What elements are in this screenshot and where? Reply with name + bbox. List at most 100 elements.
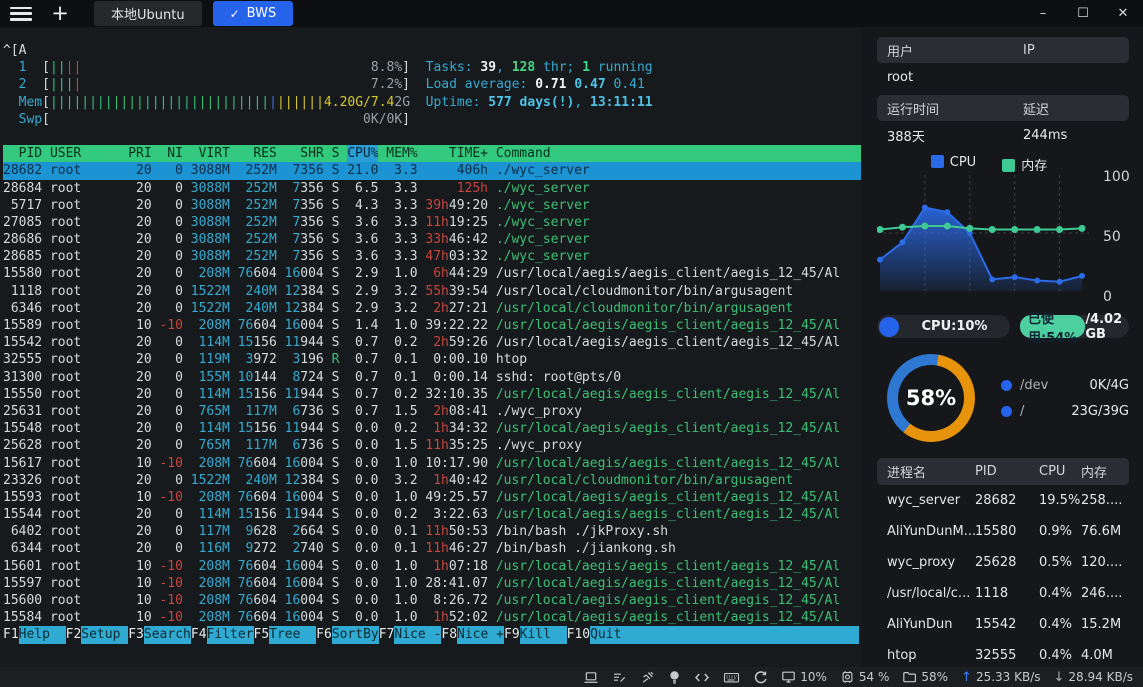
fkey-F2[interactable]: F2 — [66, 626, 82, 643]
fkey-label[interactable]: Help — [19, 626, 66, 643]
fkey-label[interactable]: Kill — [520, 626, 567, 643]
chip-icon — [840, 670, 855, 684]
download-speed-value: 28.94 KB/s — [1068, 670, 1133, 684]
process-row[interactable]: 15584root10-10208M7660416004S0.01.01h52:… — [3, 609, 861, 626]
memory-used-chip: 已使用:54% — [1020, 315, 1085, 338]
fkey-label[interactable]: Tree — [269, 626, 316, 643]
sidebar-col-header[interactable]: PID — [975, 464, 1039, 479]
process-row[interactable]: 23326root2001522M240M12384S0.03.21h40:42… — [3, 472, 861, 489]
process-row[interactable]: 31300root200155M101448724S0.70.10:00.14s… — [3, 369, 861, 386]
process-row[interactable]: 5717root2003088M252M7356S4.33.339h49:20.… — [3, 197, 861, 214]
process-row[interactable]: 15597root10-10208M7660416004S0.01.028:41… — [3, 575, 861, 592]
process-row[interactable]: 15600root10-10208M7660416004S0.01.08:26.… — [3, 592, 861, 609]
process-row[interactable]: 15548root200114M1515611944S0.00.21h34:32… — [3, 420, 861, 437]
sidebar-process-row[interactable]: AliYunDunM...155800.9%76.6M — [877, 516, 1129, 547]
pin-icon[interactable] — [640, 670, 655, 685]
fkey-F7[interactable]: F7 — [379, 626, 395, 643]
meter-line: Swp[0K/0K] — [3, 111, 861, 128]
htop-meters: 1 [||||8.8%]Tasks: 39, 128 thr; 1 runnin… — [3, 59, 861, 128]
disk-metric[interactable]: 58% — [902, 670, 948, 684]
process-row[interactable]: 28682root2003088M252M7356S21.03.3406h./w… — [3, 162, 861, 179]
upload-speed[interactable]: ↑ 25.33 KB/s — [961, 670, 1040, 685]
process-row[interactable]: 15542root200114M1515611944S0.70.22h59:26… — [3, 334, 861, 351]
process-row[interactable]: 15550root200114M1515611944S0.70.232:10.3… — [3, 386, 861, 403]
tab-local-ubuntu[interactable]: 本地Ubuntu — [94, 1, 202, 26]
fkey-F6[interactable]: F6 — [316, 626, 332, 643]
fkey-label[interactable]: Nice + — [457, 626, 504, 643]
sidebar-col-header[interactable]: CPU — [1039, 464, 1081, 479]
process-row[interactable]: 27085root2003088M252M7356S3.63.311h19:25… — [3, 214, 861, 231]
process-row[interactable]: 6346root2001522M240M12384S2.93.22h27:21/… — [3, 300, 861, 317]
runtime-label: 运行时间 — [877, 99, 1023, 118]
fkey-F9[interactable]: F9 — [504, 626, 520, 643]
new-tab-button[interactable]: + — [48, 3, 72, 24]
disk-metric-value: 58% — [921, 670, 948, 684]
up-arrow-icon: ↑ — [961, 670, 972, 685]
process-row[interactable]: 15593root10-10208M7660416004S0.01.049:25… — [3, 489, 861, 506]
cpu-dot-icon — [879, 317, 899, 337]
disk-dot-icon — [1001, 406, 1012, 417]
fkey-label[interactable]: Nice - — [394, 626, 441, 643]
sidebar-process-row[interactable]: AliYunDun155420.4%15.2M — [877, 609, 1129, 640]
sidebar-col-header[interactable]: 内存 — [1081, 462, 1129, 481]
process-row[interactable]: 25628root200765M117M6736S0.01.511h35:25.… — [3, 437, 861, 454]
task-list-icon[interactable] — [612, 670, 627, 685]
process-table-header[interactable]: PIDUSERPRINIVIRTRESSHRSCPU%MEM%TIME+Comm… — [3, 145, 861, 162]
disk-usage-section: 58% /dev0K/4G/23G/39G — [877, 354, 1129, 442]
process-row[interactable]: 28684root2003088M252M7356S6.53.3125h./wy… — [3, 180, 861, 197]
sidebar-process-row[interactable]: wyc_server2868219.5%258.... — [877, 485, 1129, 516]
fkey-label[interactable]: SortBy — [332, 626, 379, 643]
fkey-F1[interactable]: F1 — [3, 626, 19, 643]
minimize-button[interactable]: – — [1023, 0, 1063, 27]
process-row[interactable]: 6344root200116M92722740S0.00.111h46:27/b… — [3, 540, 861, 557]
runtime-header-row: 运行时间 延迟 — [877, 95, 1129, 121]
fkey-F8[interactable]: F8 — [441, 626, 457, 643]
disk-dot-icon — [1001, 380, 1012, 391]
process-row[interactable]: 15601root10-10208M7660416004S0.01.01h07:… — [3, 558, 861, 575]
cpu-metric[interactable]: 10% — [781, 670, 827, 684]
sidebar-process-row[interactable]: wyc_proxy256280.5%120.... — [877, 547, 1129, 578]
memory-metric[interactable]: 54 % — [840, 670, 890, 684]
memory-total-text: /4.02 GB — [1085, 312, 1123, 342]
sidebar-col-header[interactable]: 进程名 — [887, 462, 975, 481]
fkey-F10[interactable]: F10 — [567, 626, 590, 643]
refresh-icon[interactable] — [753, 670, 768, 685]
ip-label: IP — [1023, 43, 1129, 58]
upload-speed-value: 25.33 KB/s — [976, 670, 1041, 684]
fkey-F4[interactable]: F4 — [191, 626, 207, 643]
keyboard-icon[interactable] — [723, 670, 740, 685]
fkey-label[interactable]: Search — [144, 626, 191, 643]
y-axis-label-50: 50 — [1103, 229, 1129, 245]
process-row[interactable]: 25631root200765M117M6736S0.71.52h08:41./… — [3, 403, 861, 420]
tab-bws[interactable]: ✓ BWS — [213, 1, 294, 26]
process-row[interactable]: 15544root200114M1515611944S0.00.23:22.63… — [3, 506, 861, 523]
cpu-metric-value: 10% — [800, 670, 827, 684]
menu-icon[interactable] — [10, 7, 32, 21]
terminal-area[interactable]: ^[A 1 [||||8.8%]Tasks: 39, 128 thr; 1 ru… — [0, 27, 861, 667]
download-speed[interactable]: ↓ 28.94 KB/s — [1054, 670, 1133, 685]
fkey-label[interactable]: Filter — [207, 626, 254, 643]
status-bar: 10% 54 % 58% ↑ 25.33 KB/s ↓ 28.94 KB/s — [0, 667, 1143, 687]
close-button[interactable]: ✕ — [1103, 0, 1143, 27]
process-row[interactable]: 1118root2001522M240M12384S2.93.255h39:54… — [3, 283, 861, 300]
bulb-icon[interactable] — [668, 670, 681, 685]
process-row[interactable]: 15589root10-10208M7660416004S1.41.039:22… — [3, 317, 861, 334]
fkey-F5[interactable]: F5 — [254, 626, 270, 643]
disk-percent: 58% — [887, 354, 975, 442]
process-row[interactable]: 28686root2003088M252M7356S3.63.333h46:42… — [3, 231, 861, 248]
sidebar-process-row[interactable]: /usr/local/c...11180.4%246.... — [877, 578, 1129, 609]
laptop-icon[interactable] — [583, 670, 599, 685]
fkey-label[interactable]: Setup — [81, 626, 128, 643]
info-value-row: root — [877, 63, 1129, 91]
process-row[interactable]: 6402root200117M96282664S0.00.111h50:53/b… — [3, 523, 861, 540]
monitor-sidebar: 用户 IP root 运行时间 延迟 388天 244ms CPU 内存 100… — [861, 27, 1143, 667]
window-controls: – ☐ ✕ — [1023, 0, 1143, 27]
process-row[interactable]: 32555root200119M39723196R0.70.10:00.10ht… — [3, 351, 861, 368]
maximize-button[interactable]: ☐ — [1063, 0, 1103, 27]
process-row[interactable]: 28685root2003088M252M7356S3.63.347h03:32… — [3, 248, 861, 265]
fkey-F3[interactable]: F3 — [128, 626, 144, 643]
process-row[interactable]: 15617root10-10208M7660416004S0.01.010:17… — [3, 455, 861, 472]
fkey-label[interactable]: Quit — [590, 626, 859, 643]
process-row[interactable]: 15580root200208M7660416004S2.91.06h44:29… — [3, 265, 861, 282]
code-icon[interactable] — [694, 670, 710, 685]
